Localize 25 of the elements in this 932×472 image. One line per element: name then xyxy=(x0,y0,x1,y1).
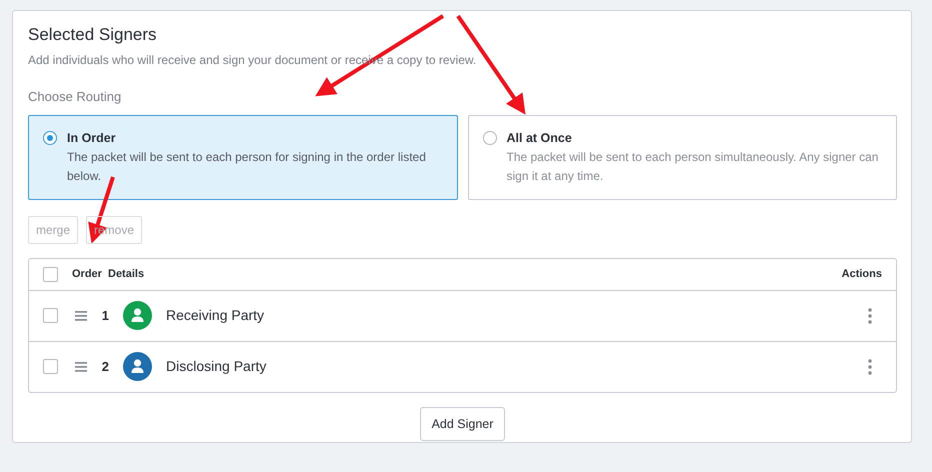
radio-button[interactable] xyxy=(482,130,496,145)
panel-title: Selected Signers xyxy=(28,25,158,46)
routing-option[interactable]: In Order The packet will be sent to each person for signing in the order listed below. xyxy=(28,114,458,200)
drag-handle-icon[interactable] xyxy=(75,362,87,372)
routing-option[interactable]: All at Once The packet will be sent to each person simultaneously. Any signer can sign it at any time. xyxy=(468,114,897,200)
option-description: The packet will be sent to each person simultaneously. Any signer can sign it at any time. xyxy=(506,148,880,185)
column-header: Order xyxy=(71,266,103,282)
column-header: Actions xyxy=(842,266,882,282)
option-title: In Order xyxy=(67,130,117,147)
radio-button[interactable] xyxy=(43,130,57,145)
order-number: 1 xyxy=(100,306,109,325)
row-checkbox[interactable] xyxy=(43,308,58,324)
option-title: All at Once xyxy=(506,130,573,147)
row-checkbox[interactable] xyxy=(43,359,58,374)
option-description: The packet will be sent to each person for signing in the order listed below. xyxy=(67,148,427,185)
more-options-icon[interactable] xyxy=(868,308,872,324)
signer-name: Disclosing Party xyxy=(166,357,266,376)
drag-handle-icon[interactable] xyxy=(75,310,87,321)
add-signer-button[interactable]: Add Signer xyxy=(420,406,506,442)
more-options-icon[interactable] xyxy=(868,358,872,375)
signer-name: Receiving Party xyxy=(166,306,264,326)
routing-label: Choose Routing xyxy=(28,88,122,106)
column-header: Details xyxy=(108,266,144,282)
order-number: 2 xyxy=(100,358,109,376)
select-all-checkbox[interactable] xyxy=(43,266,58,282)
